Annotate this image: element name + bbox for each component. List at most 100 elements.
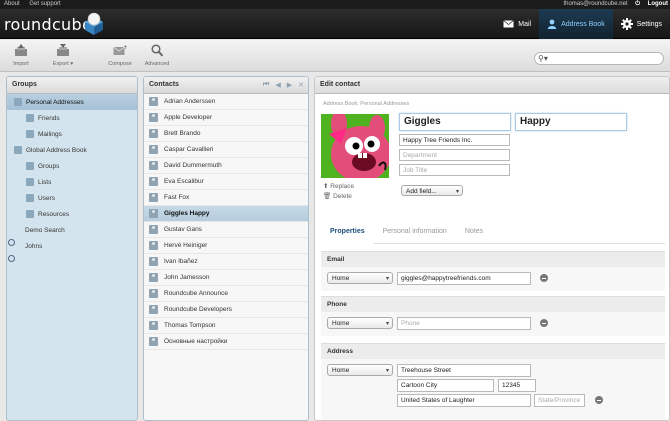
compose-button[interactable]: + Compose xyxy=(105,44,135,67)
contact-name: Fast Fox xyxy=(164,194,190,201)
group-item[interactable]: Johns xyxy=(7,238,137,262)
group-icon xyxy=(26,162,34,170)
contact-icon xyxy=(149,97,158,106)
contact-name: Gustav Gans xyxy=(164,226,202,233)
about-link[interactable]: About xyxy=(4,1,20,7)
contact-row[interactable]: Основные настройки xyxy=(144,334,308,350)
remove-address-icon[interactable] xyxy=(595,396,603,404)
tab-notes[interactable]: Notes xyxy=(456,221,492,244)
city-field[interactable]: Cartoon City xyxy=(397,379,494,392)
chevron-down-icon: ▾ xyxy=(455,189,459,195)
contact-row[interactable]: Ivan Ibañez xyxy=(144,254,308,270)
search-icon[interactable]: ⚲▾ xyxy=(538,54,548,63)
zip-field[interactable]: 12345 xyxy=(498,379,536,392)
group-item[interactable]: Resources xyxy=(7,206,137,222)
nav-address-book[interactable]: Address Book xyxy=(539,9,613,39)
group-label: Lists xyxy=(38,178,52,186)
replace-photo-button[interactable]: ⬆ Replace xyxy=(323,182,354,192)
logout-link[interactable]: ⏻ Logout xyxy=(635,1,668,7)
contact-icon xyxy=(149,161,158,170)
logo[interactable]: roundcube xyxy=(4,15,92,34)
contact-row[interactable]: David Dummermuth xyxy=(144,158,308,174)
contact-name: Roundcube Developers xyxy=(164,306,232,313)
contacts-header: Contacts ⏮ ◀ ▶ ✕ xyxy=(144,77,308,94)
nav-settings[interactable]: Settings xyxy=(613,9,670,39)
email-field[interactable]: giggles@happytreefriends.com xyxy=(397,272,531,285)
mail-icon xyxy=(503,20,515,28)
address-type-select[interactable]: Home ▾ xyxy=(327,364,393,376)
contact-name: Brett Brando xyxy=(164,130,201,137)
export-button[interactable]: Export ▾ xyxy=(48,44,78,67)
contact-row[interactable]: Thomas Tompson xyxy=(144,318,308,334)
top-links: About Get support xyxy=(4,1,69,7)
export-text: Export xyxy=(52,61,69,67)
street-field[interactable]: Treehouse Street xyxy=(397,364,531,377)
contact-row[interactable]: Caspar Cavallieri xyxy=(144,142,308,158)
close-icon[interactable]: ✕ xyxy=(298,81,304,89)
group-item[interactable]: Lists xyxy=(7,174,137,190)
contact-row[interactable]: John Jamesson xyxy=(144,270,308,286)
email-type-label: Home xyxy=(332,275,350,282)
group-item[interactable]: Users xyxy=(7,190,137,206)
contact-row[interactable]: Gustav Gans xyxy=(144,222,308,238)
logout-label: Logout xyxy=(647,1,668,7)
group-item[interactable]: Global Address Book xyxy=(7,142,137,158)
phone-type-select[interactable]: Home ▾ xyxy=(327,317,393,329)
add-field-label: Add field... xyxy=(406,188,437,195)
remove-phone-icon[interactable] xyxy=(540,319,548,327)
group-item[interactable]: Demo Search xyxy=(7,222,137,246)
import-button[interactable]: Import xyxy=(6,44,36,67)
department-field[interactable]: Department xyxy=(399,149,510,161)
compose-icon: + xyxy=(113,44,128,55)
email-type-select[interactable]: Home ▾ xyxy=(327,272,393,284)
group-label: Groups xyxy=(38,162,60,170)
support-link[interactable]: Get support xyxy=(29,1,60,7)
contact-icon xyxy=(149,257,158,266)
prev-page-icon[interactable]: ◀ xyxy=(275,81,280,89)
delete-label: Delete xyxy=(333,193,352,200)
next-page-icon[interactable]: ▶ xyxy=(287,81,292,89)
header: roundcube Mail Address Book Settings xyxy=(0,9,670,39)
group-item[interactable]: Personal Addresses xyxy=(7,94,137,110)
country-field[interactable]: United States of Laughter xyxy=(397,394,531,407)
tab-personal-information[interactable]: Personal information xyxy=(374,221,456,244)
group-label: Friends xyxy=(38,114,60,122)
contact-row[interactable]: Hervé Heiniger xyxy=(144,238,308,254)
contact-row[interactable]: Roundcube Announce xyxy=(144,286,308,302)
nav-mail[interactable]: Mail xyxy=(495,9,539,39)
last-name-field[interactable]: Happy xyxy=(515,113,627,131)
phone-field[interactable]: Phone xyxy=(397,317,531,330)
contact-row[interactable]: Adrian Anderssen xyxy=(144,94,308,110)
export-label: Export ▾ xyxy=(48,61,78,67)
remove-email-icon[interactable] xyxy=(540,274,548,282)
group-icon xyxy=(26,210,34,218)
add-field-select[interactable]: Add field... ▾ xyxy=(401,185,463,196)
group-item[interactable]: Groups xyxy=(7,158,137,174)
contact-name: John Jamesson xyxy=(164,274,210,281)
contact-row[interactable]: Roundcube Developers xyxy=(144,302,308,318)
organization-field[interactable]: Happy Tree Friends Inc. xyxy=(399,134,510,146)
job-title-field[interactable]: Job Title xyxy=(399,164,510,176)
tab-properties[interactable]: Properties xyxy=(321,221,374,244)
contact-row[interactable]: Giggles Happy xyxy=(144,206,308,222)
contact-row[interactable]: Fast Fox xyxy=(144,190,308,206)
group-item[interactable]: Friends xyxy=(7,110,137,126)
contact-row[interactable]: Brett Brando xyxy=(144,126,308,142)
contact-name: Hervé Heiniger xyxy=(164,242,208,249)
contact-row[interactable]: Apple Developer xyxy=(144,110,308,126)
import-label: Import xyxy=(13,61,29,67)
contact-name: Caspar Cavallieri xyxy=(164,146,214,153)
advanced-label: Advanced xyxy=(144,61,170,67)
group-item[interactable]: Mailings xyxy=(7,126,137,142)
address-book-label: Address Book: Personal Addresses xyxy=(323,101,410,107)
advanced-search-button[interactable]: Advanced xyxy=(142,44,172,67)
contact-icon xyxy=(149,193,158,202)
state-field[interactable]: State/Province xyxy=(534,394,585,407)
contact-icon xyxy=(149,337,158,346)
first-name-field[interactable]: Giggles xyxy=(399,113,511,131)
search-input[interactable]: ⚲▾ xyxy=(534,52,664,65)
contact-icon xyxy=(149,113,158,122)
first-page-icon[interactable]: ⏮ xyxy=(263,81,269,89)
contact-row[interactable]: Eva Escalibur xyxy=(144,174,308,190)
delete-photo-button[interactable]: 🗑 Delete xyxy=(323,192,354,202)
